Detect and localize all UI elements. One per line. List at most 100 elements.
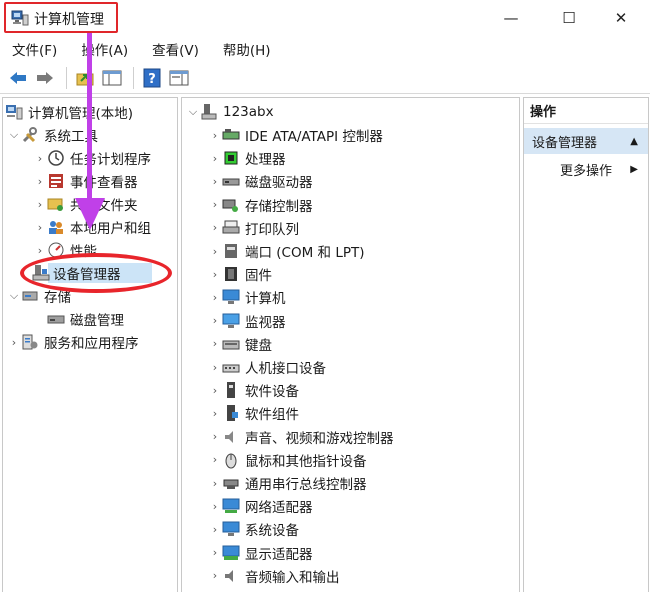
device-category-item[interactable]: › 显示适配器 [208,542,313,564]
menu-action[interactable]: 操作(A) [75,37,134,61]
chevron-right-icon[interactable]: › [208,221,222,234]
mouse-icon [222,451,240,469]
device-category-label: 存储控制器 [245,198,313,215]
back-arrow-icon[interactable] [6,66,30,90]
device-category-item[interactable]: › 鼠标和其他指针设备 [208,449,367,471]
toolbar-separator [66,66,67,89]
ide-controller-icon [222,126,240,144]
clock-icon [47,149,65,167]
chevron-right-icon[interactable]: › [33,152,47,165]
chevron-right-icon[interactable]: › [208,430,222,443]
chevron-right-icon[interactable]: › [208,384,222,397]
chevron-down-icon[interactable]: ⌵ [186,105,200,119]
device-category-item[interactable]: › 磁盘驱动器 [208,170,313,192]
device-category-label: 固件 [245,268,272,285]
device-category-label: 音频输入和输出 [245,569,340,586]
device-category-item[interactable]: › 网络适配器 [208,495,313,517]
chevron-right-icon[interactable]: › [33,221,47,234]
device-category-item[interactable]: › 键盘 [208,333,272,355]
device-category-item[interactable]: › 计算机 [208,286,286,308]
chevron-right-icon[interactable]: › [208,152,222,165]
device-category-label: 处理器 [245,152,286,169]
more-actions[interactable]: 更多操作 ▶ [524,157,648,181]
device-category-label: 鼠标和其他指针设备 [245,453,367,470]
device-category-item[interactable]: › 处理器 [208,147,286,169]
chevron-right-icon[interactable]: › [208,569,222,582]
keyboard-icon [222,335,240,353]
chevron-right-icon[interactable]: › [33,244,47,257]
tree-root-computer-management[interactable]: 计算机管理(本地) [5,101,133,123]
chevron-right-icon[interactable]: › [208,500,222,513]
hid-icon [222,358,240,376]
device-tree-pane: ⌵ 123abx › IDE ATA/ATAPI 控制器 › 处理器 › 磁盘驱动器 › 存储… [181,97,520,592]
tree-item-system-tools[interactable]: ⌵ 系统工具 [7,124,98,146]
tree-item-disk-management[interactable]: 磁盘管理 [47,308,124,330]
port-icon [222,242,240,260]
chevron-down-icon[interactable]: ⌵ [7,289,21,303]
device-category-label: 软件设备 [245,384,299,401]
chevron-right-icon[interactable]: › [208,198,222,211]
chevron-right-icon[interactable]: › [208,361,222,374]
device-category-item[interactable]: › 人机接口设备 [208,356,326,378]
device-category-item[interactable]: › 软件设备 [208,379,299,401]
selected-device-manager-item[interactable]: 设备管理器 [32,262,121,284]
collapse-up-icon[interactable]: ▲ [630,136,638,147]
device-category-label: IDE ATA/ATAPI 控制器 [245,129,383,145]
device-tree-root[interactable]: ⌵ 123abx [186,101,274,123]
tree-item-task-scheduler[interactable]: › 任务计划程序 [33,147,151,169]
device-category-item[interactable]: › 存储控制器 [208,194,313,216]
chevron-right-icon[interactable]: › [208,291,222,304]
device-category-item[interactable]: › 系统设备 [208,518,299,540]
tree-item-event-viewer[interactable]: › 事件查看器 [33,170,138,192]
users-icon [47,218,65,236]
chevron-right-icon[interactable]: › [208,337,222,350]
device-category-item[interactable]: › 监视器 [208,310,286,332]
close-button[interactable]: ✕ [598,0,644,36]
chevron-right-icon[interactable]: › [208,453,222,466]
tree-label: 磁盘管理 [70,313,124,329]
actions-section-label: 设备管理器 [532,135,598,151]
device-category-item[interactable]: › 声音、视频和游戏控制器 [208,426,394,448]
chevron-right-icon[interactable]: › [208,268,222,281]
device-category-item[interactable]: › 端口 (COM 和 LPT) [208,240,365,262]
help-icon[interactable]: ? [140,66,164,90]
chevron-right-icon[interactable]: › [208,407,222,420]
system-device-icon [222,520,240,538]
chevron-right-icon[interactable]: › [208,477,222,490]
chevron-right-icon[interactable]: › [33,198,47,211]
software-device-icon [222,381,240,399]
device-category-item[interactable]: › 音频输入和输出 [208,565,340,587]
menu-file[interactable]: 文件(F) [6,37,63,61]
menu-help[interactable]: 帮助(H) [217,37,277,61]
chevron-right-icon[interactable]: › [208,245,222,258]
device-category-label: 人机接口设备 [245,361,326,377]
chevron-right-icon[interactable]: › [208,523,222,536]
chevron-right-icon[interactable]: › [208,314,222,327]
usb-controller-icon [222,474,240,492]
chevron-right-icon[interactable]: › [208,129,222,142]
chevron-right-icon[interactable]: › [7,336,21,349]
actions-section-device-manager[interactable]: 设备管理器 ▲ [524,128,648,154]
menu-view[interactable]: 查看(V) [146,37,205,61]
software-component-icon [222,404,240,422]
device-category-item[interactable]: › 通用串行总线控制器 [208,472,367,494]
up-folder-icon[interactable] [73,66,97,90]
minimize-button[interactable]: — [488,0,534,36]
chevron-right-icon[interactable]: › [208,546,222,559]
chevron-down-icon[interactable]: ⌵ [7,128,21,142]
forward-arrow-icon[interactable] [33,66,57,90]
device-category-item[interactable]: › 打印队列 [208,217,299,239]
device-category-item[interactable]: › 固件 [208,263,272,285]
print-queue-icon [222,219,240,237]
svg-text:?: ? [148,72,156,87]
device-category-item[interactable]: › 软件组件 [208,402,299,424]
tree-item-services-apps[interactable]: › 服务和应用程序 [7,331,139,353]
properties-icon[interactable] [167,66,191,90]
device-category-label: 通用串行总线控制器 [245,477,367,493]
maximize-button[interactable]: ☐ [546,0,592,36]
show-hide-tree-icon[interactable] [100,66,124,90]
annotation-arrow-shaft [87,33,92,203]
chevron-right-icon[interactable]: › [208,175,222,188]
device-category-item[interactable]: › IDE ATA/ATAPI 控制器 [208,124,383,146]
chevron-right-icon[interactable]: › [33,175,47,188]
